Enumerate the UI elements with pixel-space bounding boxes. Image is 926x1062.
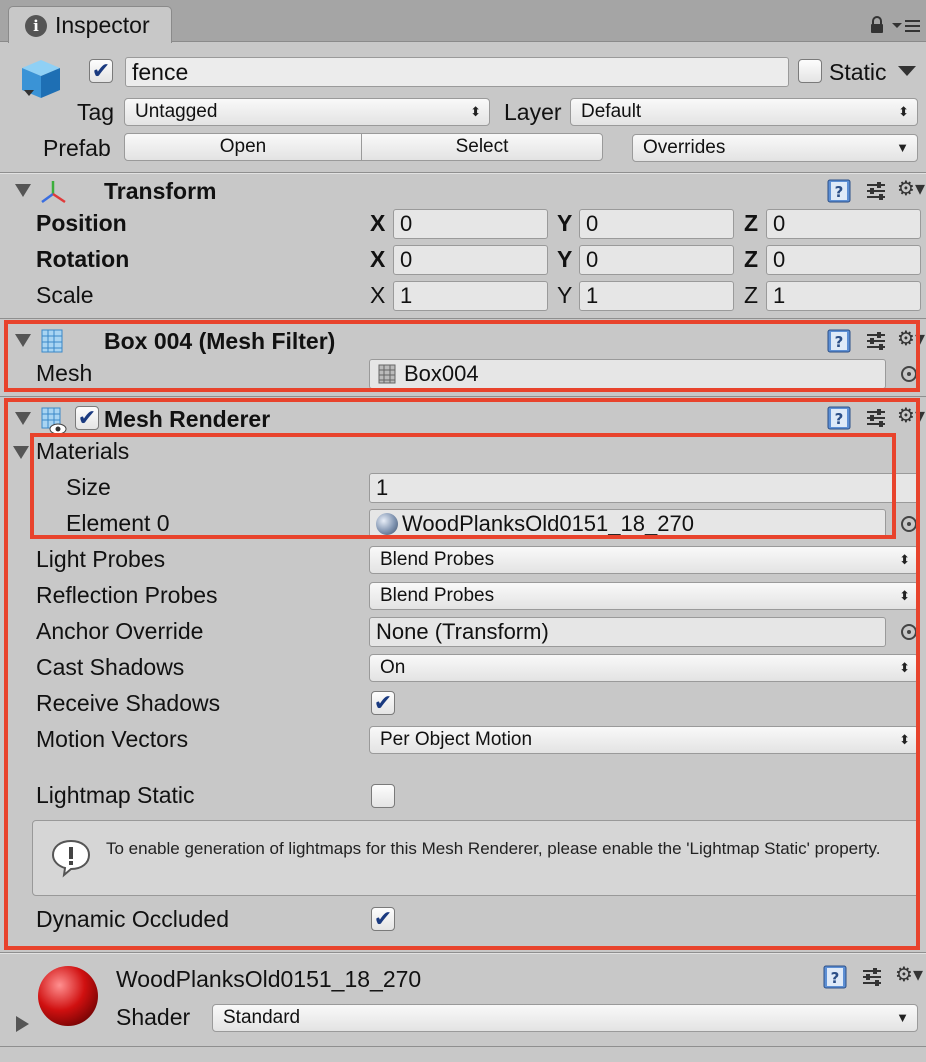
- transform-title: Transform: [104, 178, 217, 204]
- materials-highlight: [30, 433, 896, 539]
- layer-value: Default: [581, 101, 642, 122]
- shader-dropdown[interactable]: Standard ▼: [212, 1004, 918, 1032]
- material-name: WoodPlanksOld0151_18_270: [116, 966, 422, 992]
- scale-label: Scale: [36, 282, 94, 308]
- position-x-label[interactable]: X: [370, 208, 385, 238]
- divider: [0, 396, 926, 397]
- divider: [0, 173, 926, 174]
- rotation-y-field[interactable]: 0: [579, 245, 734, 275]
- preset-sliders-icon[interactable]: [864, 179, 888, 203]
- layer-label: Layer: [504, 99, 562, 125]
- prefab-open-button[interactable]: Open: [124, 133, 362, 161]
- scale-y-label[interactable]: Y: [557, 280, 572, 310]
- info-icon: i: [25, 15, 47, 37]
- object-name-field[interactable]: fence: [125, 57, 789, 87]
- rotation-y-label[interactable]: Y: [557, 244, 572, 274]
- divider: [0, 1046, 926, 1047]
- material-preview-sphere-icon: [38, 966, 98, 1026]
- active-checkbox[interactable]: ✔: [89, 59, 113, 83]
- transform-foldout-icon[interactable]: [15, 184, 31, 197]
- updown-arrow-icon: ⬍: [898, 104, 909, 119]
- position-y-field[interactable]: 0: [579, 209, 734, 239]
- preset-sliders-icon[interactable]: [860, 965, 884, 989]
- rotation-x-label[interactable]: X: [370, 244, 385, 274]
- scale-y-field[interactable]: 1: [579, 281, 734, 311]
- divider: [0, 318, 926, 319]
- rotation-x-field[interactable]: 0: [393, 245, 548, 275]
- lock-icon[interactable]: [870, 16, 884, 34]
- tab-menu-icon[interactable]: [892, 18, 922, 34]
- transform-axes-icon: [38, 178, 68, 206]
- overrides-value: Overrides: [643, 137, 726, 158]
- mesh-filter-highlight: [4, 320, 920, 392]
- layer-dropdown[interactable]: Default ⬍: [570, 98, 918, 126]
- svg-text:?: ?: [835, 183, 844, 201]
- help-book-icon[interactable]: ?: [822, 964, 848, 990]
- updown-arrow-icon: ⬍: [470, 104, 481, 119]
- material-foldout-icon[interactable]: [16, 1016, 29, 1032]
- help-book-icon[interactable]: ?: [826, 178, 852, 204]
- scale-z-field[interactable]: 1: [766, 281, 921, 311]
- dropdown-arrow-icon: ▼: [896, 140, 909, 155]
- rotation-label: Rotation: [36, 246, 130, 272]
- tag-dropdown[interactable]: Untagged ⬍: [124, 98, 490, 126]
- tag-value: Untagged: [135, 101, 218, 122]
- rotation-z-field[interactable]: 0: [766, 245, 921, 275]
- tab-inspector[interactable]: i Inspector: [8, 6, 172, 43]
- divider: [0, 953, 926, 954]
- dropdown-arrow-icon: ▼: [896, 1010, 909, 1025]
- shader-label: Shader: [116, 1004, 191, 1030]
- scale-x-field[interactable]: 1: [393, 281, 548, 311]
- position-y-label[interactable]: Y: [557, 208, 572, 238]
- position-z-field[interactable]: 0: [766, 209, 921, 239]
- static-checkbox[interactable]: [798, 59, 822, 83]
- gear-icon[interactable]: ⚙▾: [896, 176, 926, 204]
- scale-x-label[interactable]: X: [370, 280, 385, 310]
- prefab-select-button[interactable]: Select: [361, 133, 603, 161]
- tag-label: Tag: [77, 99, 115, 125]
- position-z-label[interactable]: Z: [744, 208, 758, 238]
- svg-text:?: ?: [831, 969, 840, 987]
- prefab-overrides-dropdown[interactable]: Overrides ▼: [632, 134, 918, 162]
- static-label: Static: [829, 59, 887, 85]
- gameobject-cube-icon[interactable]: [18, 56, 64, 102]
- prefab-label: Prefab: [43, 135, 111, 161]
- static-dropdown-arrow-icon[interactable]: [898, 66, 916, 76]
- gear-icon[interactable]: ⚙▾: [894, 962, 924, 990]
- position-label: Position: [36, 210, 127, 236]
- position-x-field[interactable]: 0: [393, 209, 548, 239]
- rotation-z-label[interactable]: Z: [744, 244, 758, 274]
- shader-value: Standard: [223, 1007, 301, 1028]
- scale-z-label[interactable]: Z: [744, 280, 758, 310]
